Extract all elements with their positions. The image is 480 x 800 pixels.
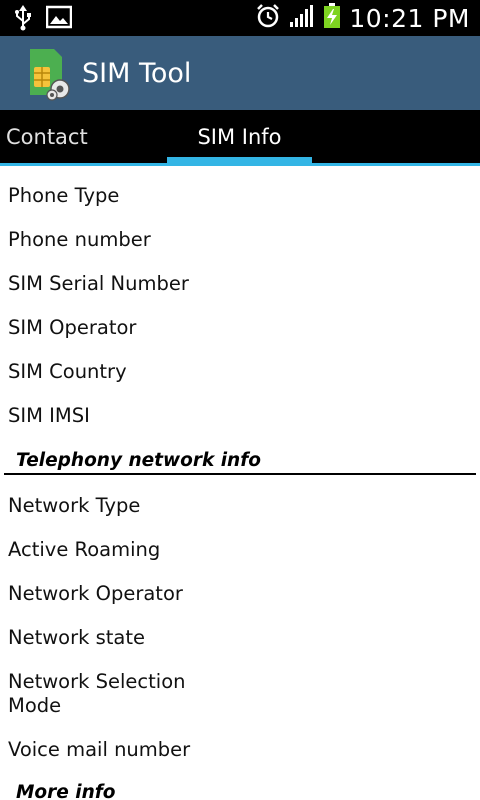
app-bar: SIM Tool <box>0 36 480 110</box>
info-row-phone-type: Phone Type <box>8 184 120 207</box>
image-icon <box>45 5 73 35</box>
info-row-sim-imsi: SIM IMSI <box>8 404 90 427</box>
section-divider <box>4 473 476 475</box>
info-row-network-selection-mode: Network Selection Mode <box>8 670 185 718</box>
info-row-label-line1: Network Selection <box>8 670 186 693</box>
info-row-phone-number: Phone number <box>8 228 151 251</box>
info-row-network-type: Network Type <box>8 494 141 517</box>
alarm-icon <box>255 3 281 33</box>
info-row-sim-country: SIM Country <box>8 360 127 383</box>
info-row-active-roaming: Active Roaming <box>8 538 161 561</box>
signal-icon <box>289 4 315 32</box>
tab-bar: Contact SIM Info <box>0 110 480 166</box>
info-row-network-state: Network state <box>8 626 146 649</box>
tab-contact[interactable]: Contact <box>0 110 167 163</box>
clock: 10:21 PM <box>349 3 470 33</box>
info-row-sim-serial-number: SIM Serial Number <box>8 272 189 295</box>
info-row-voice-mail-number: Voice mail number <box>8 738 191 761</box>
usb-icon <box>14 5 32 35</box>
app-title: SIM Tool <box>82 57 192 89</box>
info-row-label-line2: Mode <box>8 694 62 717</box>
tab-sim-info[interactable]: SIM Info <box>167 110 312 163</box>
sim-card-gear-icon[interactable] <box>24 45 72 101</box>
section-header-telephony: Telephony network info <box>16 450 261 471</box>
status-bar: 10:21 PM <box>0 0 480 36</box>
info-row-network-operator: Network Operator <box>8 582 183 605</box>
battery-charging-icon <box>323 3 341 33</box>
info-row-sim-operator: SIM Operator <box>8 316 137 339</box>
tab-indicator <box>167 157 312 163</box>
section-header-more-info: More info <box>16 782 116 800</box>
